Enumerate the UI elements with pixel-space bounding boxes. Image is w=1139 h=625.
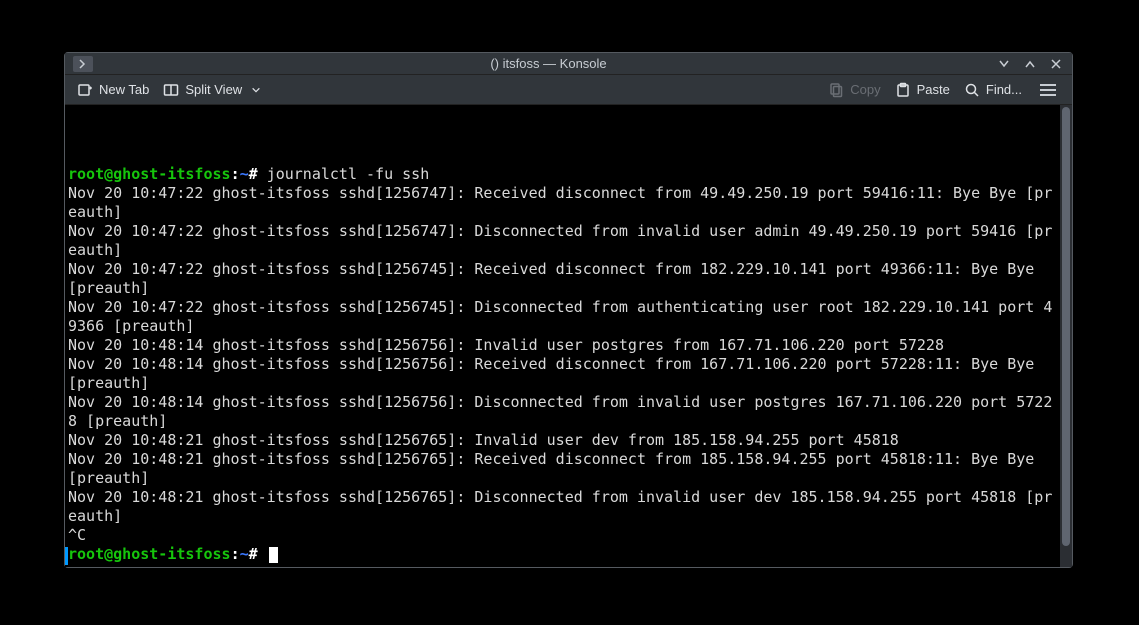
prompt-sigil: #: [249, 545, 267, 563]
prompt-separator: :: [231, 545, 240, 563]
terminal-output-line: Nov 20 10:48:21 ghost-itsfoss sshd[12567…: [68, 431, 1057, 450]
new-tab-button[interactable]: New Tab: [77, 82, 149, 98]
hamburger-menu-button[interactable]: [1036, 80, 1060, 100]
close-button[interactable]: [1048, 56, 1064, 72]
titlebar[interactable]: () itsfoss — Konsole: [65, 53, 1072, 75]
scrollbar[interactable]: [1060, 105, 1072, 567]
prompt-user-host: root@ghost-itsfoss: [68, 165, 231, 183]
maximize-button[interactable]: [1022, 56, 1038, 72]
konsole-window: () itsfoss — Konsole New Tab Split View: [64, 52, 1073, 568]
terminal-output-line: Nov 20 10:47:22 ghost-itsfoss sshd[12567…: [68, 298, 1057, 336]
prompt-user-host: root@ghost-itsfoss: [68, 545, 231, 563]
toolbar: New Tab Split View Copy Paste: [65, 75, 1072, 105]
paste-button[interactable]: Paste: [895, 82, 950, 98]
entered-command: journalctl -fu ssh: [267, 165, 430, 183]
search-icon: [964, 82, 980, 98]
find-button[interactable]: Find...: [964, 82, 1022, 98]
window-controls: [996, 56, 1064, 72]
prompt-path: ~: [240, 545, 249, 563]
terminal-output-line: Nov 20 10:48:14 ghost-itsfoss sshd[12567…: [68, 336, 1057, 355]
app-menu-icon[interactable]: [73, 56, 93, 72]
terminal-output-line: Nov 20 10:47:22 ghost-itsfoss sshd[12567…: [68, 222, 1057, 260]
prompt-separator: :: [231, 165, 240, 183]
window-title: () itsfoss — Konsole: [101, 56, 996, 71]
terminal-output-line: Nov 20 10:48:21 ghost-itsfoss sshd[12567…: [68, 488, 1057, 526]
chevron-down-icon: [248, 82, 264, 98]
terminal-output-line: Nov 20 10:47:22 ghost-itsfoss sshd[12567…: [68, 184, 1057, 222]
new-tab-label: New Tab: [99, 82, 149, 97]
split-view-icon: [163, 82, 179, 98]
prompt-sigil: #: [249, 165, 267, 183]
terminal-output-line: ^C: [68, 526, 1057, 545]
terminal-output-line: Nov 20 10:48:14 ghost-itsfoss sshd[12567…: [68, 393, 1057, 431]
scrollbar-thumb[interactable]: [1062, 107, 1070, 546]
terminal-output-line: Nov 20 10:48:21 ghost-itsfoss sshd[12567…: [68, 450, 1057, 488]
copy-icon: [828, 82, 844, 98]
content-area: root@ghost-itsfoss:~# journalctl -fu ssh…: [65, 105, 1072, 567]
paste-label: Paste: [917, 82, 950, 97]
terminal-output-line: Nov 20 10:48:14 ghost-itsfoss sshd[12567…: [68, 355, 1057, 393]
copy-label: Copy: [850, 82, 880, 97]
split-view-button[interactable]: Split View: [163, 82, 264, 98]
terminal-output-line: Nov 20 10:47:22 ghost-itsfoss sshd[12567…: [68, 260, 1057, 298]
paste-icon: [895, 82, 911, 98]
split-view-label: Split View: [185, 82, 242, 97]
prompt-path: ~: [240, 165, 249, 183]
new-tab-icon: [77, 82, 93, 98]
minimize-button[interactable]: [996, 56, 1012, 72]
terminal-line: root@ghost-itsfoss:~# journalctl -fu ssh: [68, 165, 1057, 184]
copy-button[interactable]: Copy: [828, 82, 880, 98]
terminal[interactable]: root@ghost-itsfoss:~# journalctl -fu ssh…: [65, 105, 1060, 567]
find-label: Find...: [986, 82, 1022, 97]
cursor: [269, 547, 278, 563]
session-marker: [65, 547, 68, 565]
terminal-line: root@ghost-itsfoss:~#: [68, 545, 1057, 564]
